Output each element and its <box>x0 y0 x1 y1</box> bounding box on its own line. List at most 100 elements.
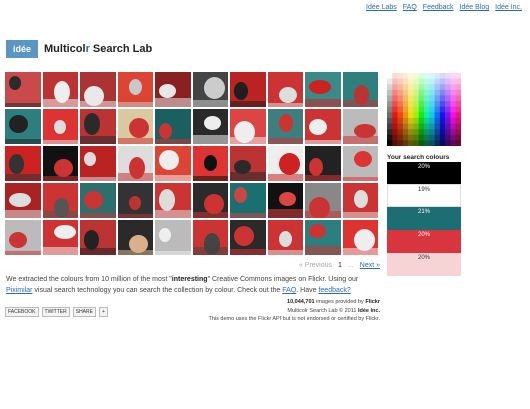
palette-cell[interactable] <box>450 78 457 85</box>
palette-cell[interactable] <box>455 129 461 136</box>
result-image[interactable] <box>267 72 303 107</box>
palette-cell[interactable] <box>413 89 420 96</box>
palette-cell[interactable] <box>445 95 451 102</box>
result-image[interactable] <box>342 220 378 255</box>
palette-cell[interactable] <box>418 123 425 130</box>
palette-cell[interactable] <box>424 78 430 85</box>
palette-cell[interactable] <box>413 84 420 91</box>
palette-cell[interactable] <box>434 78 441 85</box>
palette-cell[interactable] <box>439 123 446 130</box>
palette-cell[interactable] <box>397 129 404 136</box>
palette-cell[interactable] <box>424 73 430 79</box>
palette-cell[interactable] <box>424 123 430 130</box>
result-image[interactable] <box>155 220 191 255</box>
palette-cell[interactable] <box>392 95 398 102</box>
result-image[interactable] <box>155 146 191 181</box>
palette-cell[interactable] <box>439 129 446 136</box>
palette-cell[interactable] <box>408 78 414 85</box>
palette-cell[interactable] <box>392 134 398 141</box>
palette-cell[interactable] <box>429 112 435 119</box>
result-image[interactable] <box>192 183 228 218</box>
palette-cell[interactable] <box>434 73 441 79</box>
palette-cell[interactable] <box>408 101 414 107</box>
palette-cell[interactable] <box>455 134 461 141</box>
palette-cell[interactable] <box>402 129 409 136</box>
palette-cell[interactable] <box>413 134 420 141</box>
result-image[interactable] <box>42 146 78 181</box>
palette-cell[interactable] <box>408 73 414 79</box>
palette-cell[interactable] <box>434 123 441 130</box>
palette-cell[interactable] <box>408 89 414 96</box>
palette-cell[interactable] <box>392 84 398 91</box>
palette-cell[interactable] <box>439 117 446 124</box>
palette-cell[interactable] <box>434 84 441 91</box>
palette-cell[interactable] <box>387 140 393 146</box>
result-image[interactable] <box>192 220 228 255</box>
palette-cell[interactable] <box>429 140 435 146</box>
palette-cell[interactable] <box>387 101 393 107</box>
result-image[interactable] <box>117 220 153 255</box>
result-image[interactable] <box>5 220 41 255</box>
palette-cell[interactable] <box>387 134 393 141</box>
palette-cell[interactable] <box>413 112 420 119</box>
palette-cell[interactable] <box>397 117 404 124</box>
palette-cell[interactable] <box>424 117 430 124</box>
palette-cell[interactable] <box>397 140 404 146</box>
result-image[interactable] <box>80 146 116 181</box>
palette-cell[interactable] <box>434 95 441 102</box>
nav-idee-inc[interactable]: Idée Inc. <box>495 4 522 11</box>
palette-cell[interactable] <box>387 112 393 119</box>
palette-cell[interactable] <box>392 106 398 113</box>
palette-cell[interactable] <box>413 106 420 113</box>
palette-cell[interactable] <box>387 73 393 79</box>
palette-cell[interactable] <box>429 134 435 141</box>
palette-cell[interactable] <box>418 106 425 113</box>
palette-cell[interactable] <box>397 106 404 113</box>
palette-cell[interactable] <box>445 78 451 85</box>
palette-cell[interactable] <box>445 112 451 119</box>
palette-cell[interactable] <box>439 89 446 96</box>
palette-cell[interactable] <box>387 106 393 113</box>
palette-cell[interactable] <box>418 73 425 79</box>
result-image[interactable] <box>192 109 228 144</box>
colour-picker-palette[interactable] <box>387 73 461 146</box>
palette-cell[interactable] <box>392 78 398 85</box>
palette-cell[interactable] <box>450 140 457 146</box>
palette-cell[interactable] <box>439 73 446 79</box>
more-share-button[interactable]: + <box>98 307 108 317</box>
palette-cell[interactable] <box>408 123 414 130</box>
result-image[interactable] <box>42 109 78 144</box>
palette-cell[interactable] <box>387 78 393 85</box>
search-colour-swatch[interactable]: 21% <box>387 207 461 230</box>
result-image[interactable] <box>42 72 78 107</box>
palette-cell[interactable] <box>429 101 435 107</box>
piximilar-link[interactable]: Piximilar <box>6 287 32 294</box>
palette-cell[interactable] <box>418 140 425 146</box>
result-image[interactable] <box>230 72 266 107</box>
palette-cell[interactable] <box>439 95 446 102</box>
palette-cell[interactable] <box>397 123 404 130</box>
palette-cell[interactable] <box>450 112 457 119</box>
palette-cell[interactable] <box>455 95 461 102</box>
palette-cell[interactable] <box>450 73 457 79</box>
palette-cell[interactable] <box>387 84 393 91</box>
result-image[interactable] <box>5 183 41 218</box>
palette-cell[interactable] <box>408 140 414 146</box>
palette-cell[interactable] <box>397 95 404 102</box>
palette-cell[interactable] <box>418 84 425 91</box>
palette-cell[interactable] <box>397 73 404 79</box>
palette-cell[interactable] <box>439 106 446 113</box>
palette-cell[interactable] <box>408 117 414 124</box>
result-image[interactable] <box>230 146 266 181</box>
palette-cell[interactable] <box>445 106 451 113</box>
palette-cell[interactable] <box>413 101 420 107</box>
palette-cell[interactable] <box>455 140 461 146</box>
palette-cell[interactable] <box>413 123 420 130</box>
palette-cell[interactable] <box>392 101 398 107</box>
share-button[interactable]: SHARE <box>72 307 96 317</box>
palette-cell[interactable] <box>402 84 409 91</box>
result-image[interactable] <box>192 146 228 181</box>
palette-cell[interactable] <box>424 106 430 113</box>
palette-cell[interactable] <box>455 84 461 91</box>
result-image[interactable] <box>117 72 153 107</box>
